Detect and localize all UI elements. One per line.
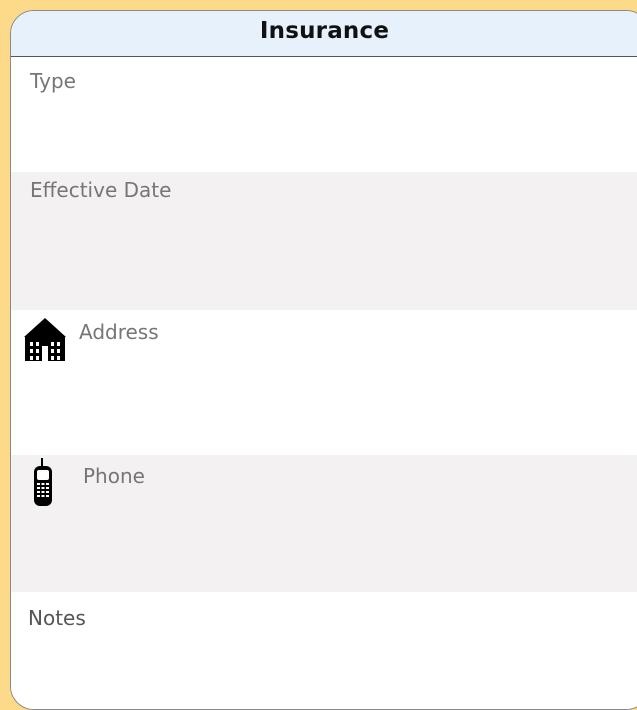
type-label: Type <box>30 69 76 93</box>
card-header: Insurance <box>11 11 637 57</box>
type-field[interactable]: Type <box>11 57 637 172</box>
effective-date-field[interactable]: Effective Date <box>11 172 637 310</box>
phone-field[interactable]: Phone <box>11 455 637 592</box>
card-title: Insurance <box>259 18 390 44</box>
insurance-card: Insurance Type Effective Date Address Ph… <box>10 10 637 710</box>
effective-date-label: Effective Date <box>30 178 172 202</box>
house-icon <box>22 316 68 366</box>
address-label: Address <box>79 320 159 344</box>
address-field[interactable]: Address <box>11 310 637 455</box>
phone-label: Phone <box>83 464 145 488</box>
notes-label: Notes <box>28 606 86 630</box>
notes-field[interactable]: Notes <box>11 592 637 709</box>
mobile-phone-icon <box>32 458 54 512</box>
